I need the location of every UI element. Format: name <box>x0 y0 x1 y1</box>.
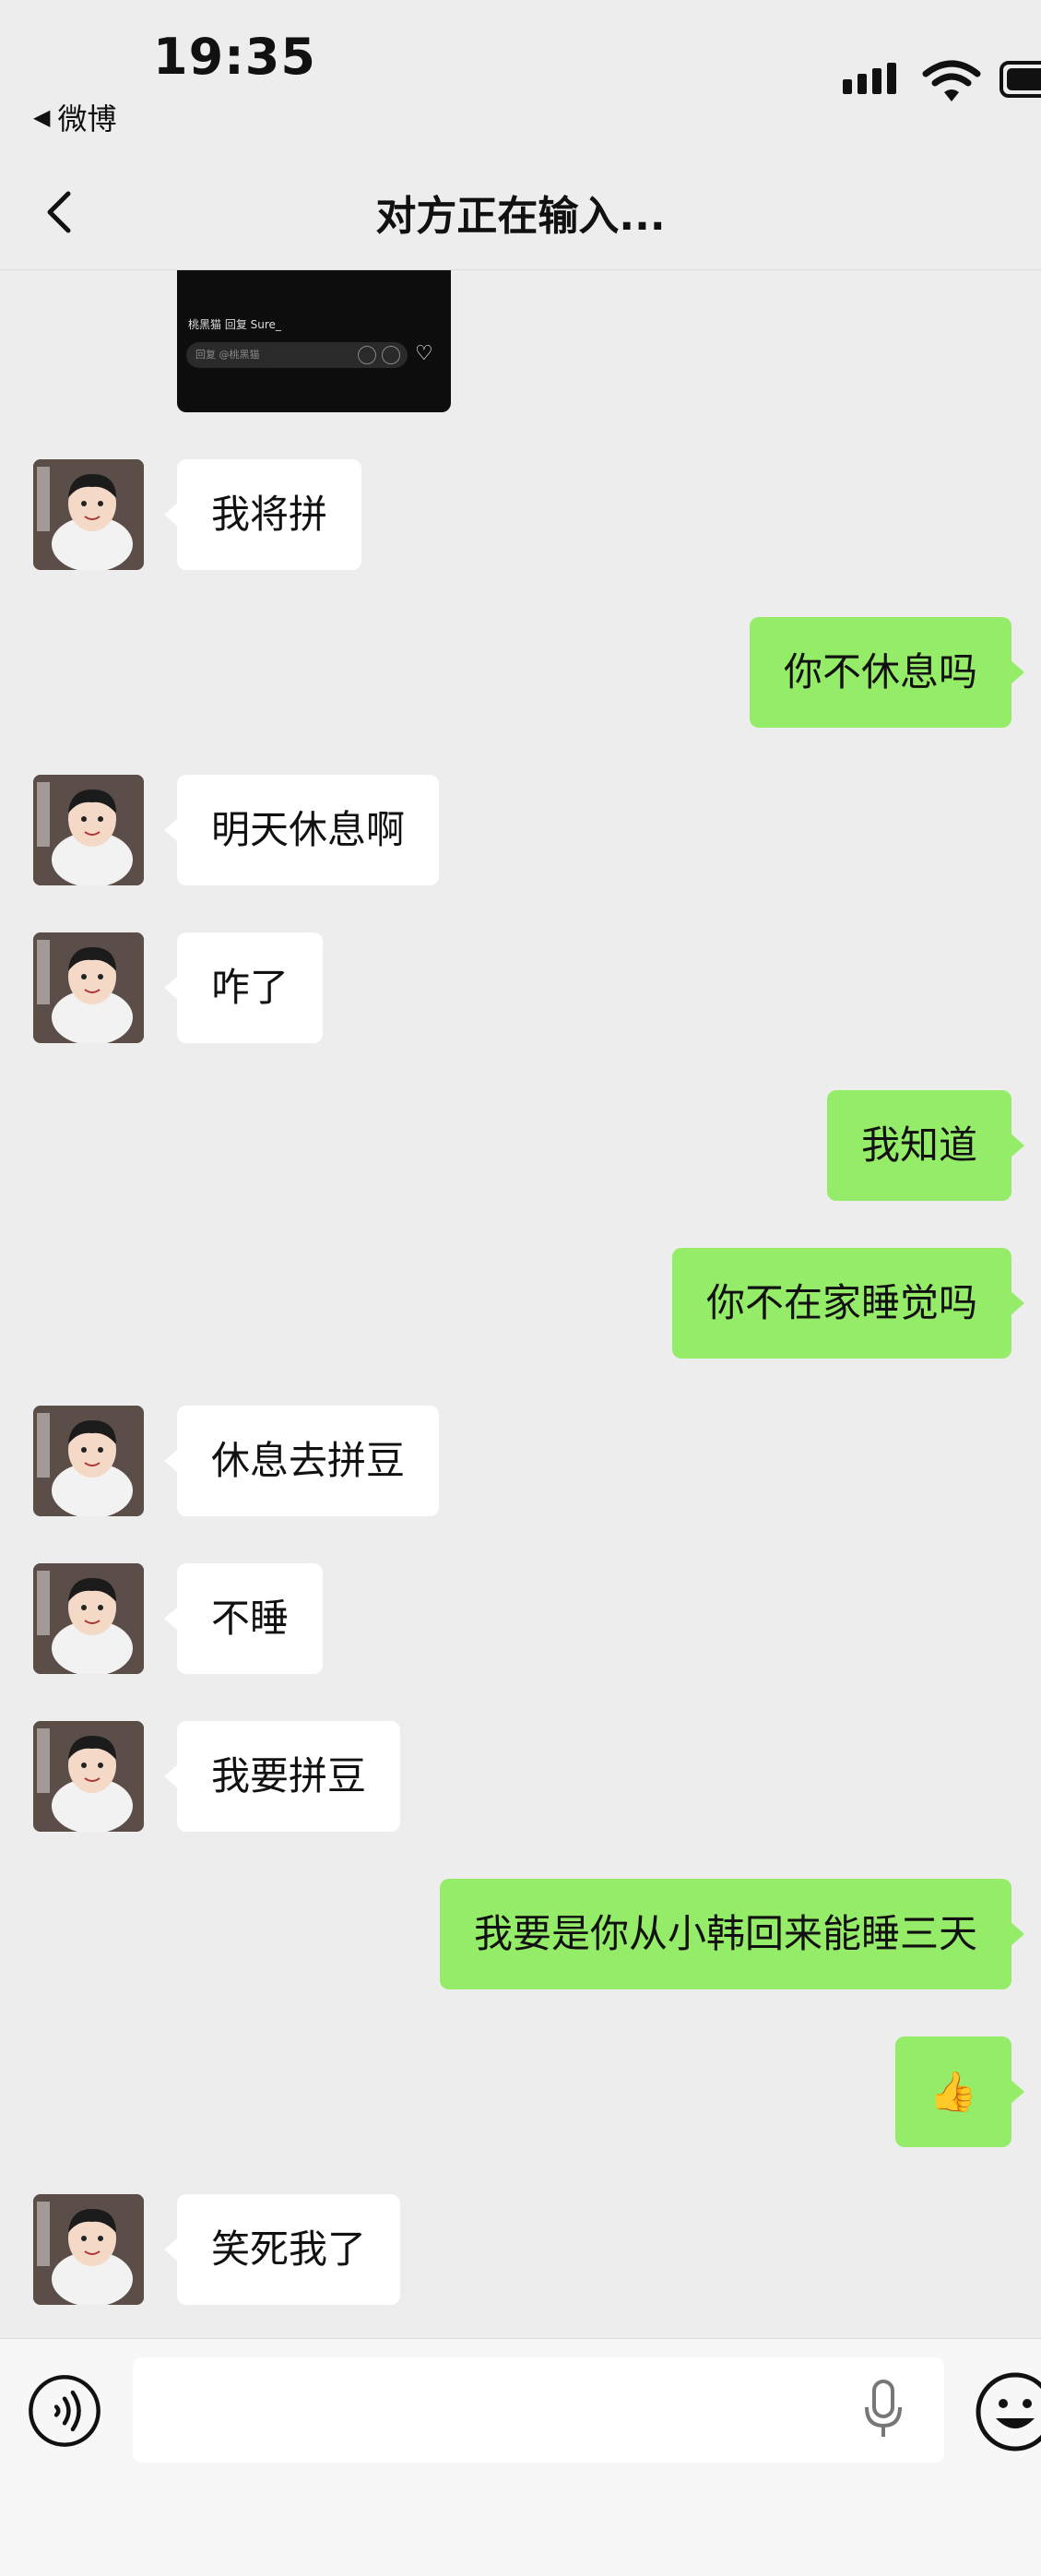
contact-avatar[interactable] <box>33 459 144 570</box>
wifi-icon <box>922 60 981 101</box>
received-message: 不睡 <box>0 1563 1041 1674</box>
sent-bubble[interactable]: 你不休息吗 <box>749 617 1025 728</box>
sent-bubble[interactable]: 我要是你从小韩回来能睡三天 <box>439 1879 1025 1989</box>
voice-icon[interactable] <box>28 2374 101 2448</box>
sent-bubble[interactable]: 👍 <box>894 2036 1025 2147</box>
back-app-label: 微博 <box>57 101 117 137</box>
received-bubble[interactable]: 休息去拼豆 <box>163 1406 440 1516</box>
status-bar: 19:35 ◀ 微博 <box>0 0 1041 157</box>
received-message: 我将拼 <box>0 459 1041 570</box>
cellular-signal-icon <box>843 63 896 94</box>
input-bar <box>0 2338 1041 2576</box>
battery-icon <box>1000 61 1041 98</box>
contact-avatar[interactable] <box>33 1721 144 1832</box>
status-time: 19:35 <box>153 28 316 86</box>
back-triangle-icon: ◀ <box>33 104 51 130</box>
received-message: 我要拼豆 <box>0 1721 1041 1832</box>
sent-bubble[interactable]: 我知道 <box>826 1090 1025 1201</box>
message-list[interactable]: 桃黑猫 回复 Sure_ 回复 @桃黑猫 ♡ 我将拼你不休息吗明天休息啊咋了我知… <box>0 270 1041 2338</box>
chat-header: 对方正在输入... <box>0 157 1041 270</box>
image-icon <box>358 346 376 364</box>
received-bubble[interactable]: 咋了 <box>163 932 324 1043</box>
received-message: 笑死我了 <box>0 2194 1041 2305</box>
heart-icon: ♡ <box>415 342 433 365</box>
sent-message: 我要是你从小韩回来能睡三天 <box>0 1879 1041 1989</box>
message-input[interactable] <box>133 2357 944 2463</box>
contact-avatar[interactable] <box>33 1563 144 1674</box>
sent-bubble[interactable]: 你不在家睡觉吗 <box>671 1248 1025 1359</box>
contact-avatar[interactable] <box>33 932 144 1043</box>
microphone-icon[interactable] <box>861 2380 905 2440</box>
received-message: 咋了 <box>0 932 1041 1043</box>
received-message: 休息去拼豆 <box>0 1406 1041 1516</box>
at-icon <box>382 346 400 364</box>
contact-avatar[interactable] <box>33 2194 144 2305</box>
received-bubble[interactable]: 明天休息啊 <box>163 775 440 885</box>
sent-message: 你不在家睡觉吗 <box>0 1248 1041 1359</box>
contact-avatar[interactable] <box>33 775 144 885</box>
shared-video-thumbnail[interactable]: 桃黑猫 回复 Sure_ 回复 @桃黑猫 ♡ <box>177 270 451 412</box>
emoji-icon[interactable] <box>974 2370 1041 2453</box>
received-bubble[interactable]: 笑死我了 <box>163 2194 401 2305</box>
received-bubble[interactable]: 不睡 <box>163 1563 324 1674</box>
received-bubble[interactable]: 我要拼豆 <box>163 1721 401 1832</box>
sent-message: 我知道 <box>0 1090 1041 1201</box>
received-message: 明天休息啊 <box>0 775 1041 885</box>
contact-avatar[interactable] <box>33 1406 144 1516</box>
chat-title: 对方正在输入... <box>375 193 666 240</box>
sent-message: 👍 <box>0 2036 1041 2147</box>
sent-message: 你不休息吗 <box>0 617 1041 728</box>
received-bubble[interactable]: 我将拼 <box>163 459 362 570</box>
video-caption: 桃黑猫 回复 Sure_ <box>188 318 281 331</box>
back-to-app-link[interactable]: ◀ 微博 <box>33 96 116 138</box>
